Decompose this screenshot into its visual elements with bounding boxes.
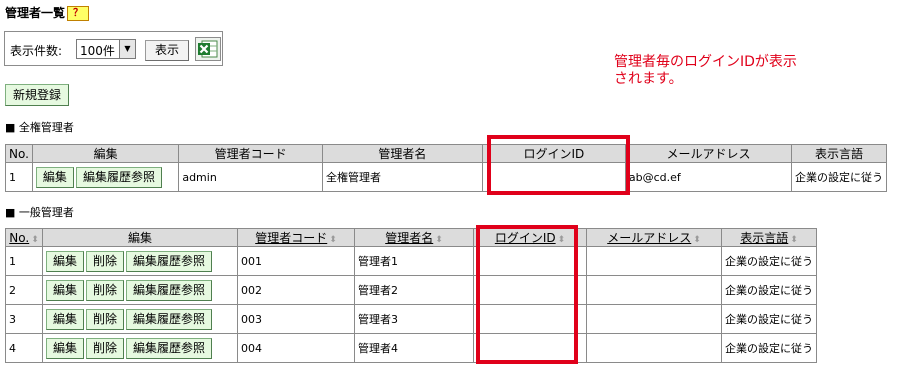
col-language-sort[interactable]: 表示言語 ⬍ (721, 228, 817, 247)
col-language-label: 表示言語 (740, 231, 789, 245)
cell-no: 2 (5, 275, 43, 305)
cell-language: 企業の設定に従う (721, 333, 817, 363)
edit-history-button[interactable]: 編集履歴参照 (126, 250, 213, 272)
col-no-label: No. (9, 230, 30, 245)
cell-email (586, 333, 722, 363)
full-admin-table: No. 編集 管理者コード 管理者名 ログインID メールアドレス 表示言語 1… (5, 144, 887, 192)
table-row: 4 編集 削除 編集履歴参照 004 管理者4 企業の設定に従う (5, 333, 817, 363)
section-full-admin-label: ■ 全権管理者 (5, 121, 74, 134)
col-name: 管理者名 (321, 144, 483, 163)
page-title-text: 管理者一覧 (5, 6, 66, 20)
annotation-highlight-box (476, 225, 578, 364)
cell-email (586, 275, 722, 305)
edit-button[interactable]: 編集 (46, 308, 85, 330)
cell-code: 001 (237, 246, 355, 276)
col-name-label: 管理者名 (385, 231, 434, 245)
col-email: メールアドレス (624, 144, 793, 163)
table-row: 3 編集 削除 編集履歴参照 003 管理者3 企業の設定に従う (5, 304, 817, 334)
cell-actions: 編集 削除 編集履歴参照 (42, 275, 238, 305)
cell-name: 管理者4 (354, 333, 474, 363)
display-count-select[interactable]: 100件 ▼ (76, 39, 136, 59)
cell-name: 管理者3 (354, 304, 474, 334)
new-registration-button[interactable]: 新規登録 (5, 84, 69, 106)
display-count-value: 100件 (80, 44, 115, 58)
cell-name: 管理者2 (354, 275, 474, 305)
cell-language: 企業の設定に従う (721, 246, 817, 276)
cell-no: 1 (5, 162, 33, 192)
cell-email: ab@cd.ef (624, 162, 793, 192)
edit-history-button[interactable]: 編集履歴参照 (126, 308, 213, 330)
cell-language: 企業の設定に従う (791, 162, 887, 192)
edit-history-button[interactable]: 編集履歴参照 (126, 337, 213, 359)
cell-actions: 編集 削除 編集履歴参照 (42, 304, 238, 334)
col-email-sort[interactable]: メールアドレス ⬍ (586, 228, 722, 247)
col-code: 管理者コード (178, 144, 323, 163)
sort-icon: ⬍ (329, 235, 337, 245)
annotation-note-line: 管理者毎のログインIDが表示 (614, 54, 797, 70)
col-edit-label: 編集 (127, 231, 152, 245)
edit-history-button[interactable]: 編集履歴参照 (75, 166, 162, 188)
cell-name: 管理者1 (354, 246, 474, 276)
general-admin-table: No. ⬍ 編集 管理者コード ⬍ 管理者名 ⬍ ログインID ⬍ メールアドレス ⬍ 表… (5, 228, 817, 363)
edit-button[interactable]: 編集 (46, 250, 85, 272)
cell-code: 002 (237, 275, 355, 305)
delete-button[interactable]: 削除 (86, 308, 125, 330)
edit-button[interactable]: 編集 (35, 166, 74, 188)
cell-no: 3 (5, 304, 43, 334)
cell-code: 003 (237, 304, 355, 334)
cell-actions: 編集 編集履歴参照 (31, 162, 180, 192)
cell-no: 4 (5, 333, 43, 363)
sort-icon: ⬍ (790, 235, 798, 245)
col-language: 表示言語 (791, 144, 887, 163)
cell-name: 全権管理者 (321, 162, 483, 192)
col-code-label: 管理者コード (255, 231, 328, 245)
delete-button[interactable]: 削除 (86, 279, 125, 301)
help-icon[interactable]: ？ (67, 6, 90, 21)
table-row: 1 編集 編集履歴参照 admin 全権管理者 ab@cd.ef 企業の設定に従う (5, 162, 887, 192)
annotation-note-line: されます。 (614, 71, 683, 87)
col-name-sort[interactable]: 管理者名 ⬍ (354, 228, 474, 247)
display-count-filter: 表示件数: 100件 ▼ 表示 (4, 31, 223, 66)
cell-actions: 編集 削除 編集履歴参照 (42, 333, 238, 363)
cell-no: 1 (5, 246, 43, 276)
table-header-row: No. ⬍ 編集 管理者コード ⬍ 管理者名 ⬍ ログインID ⬍ メールアドレス ⬍ 表… (5, 228, 817, 247)
cell-actions: 編集 削除 編集履歴参照 (42, 246, 238, 276)
excel-export-button[interactable] (195, 37, 221, 61)
delete-button[interactable]: 削除 (86, 250, 125, 272)
col-edit: 編集 (31, 144, 180, 163)
col-edit: 編集 (42, 228, 238, 247)
edit-history-button[interactable]: 編集履歴参照 (126, 279, 213, 301)
sort-icon: ⬍ (31, 234, 39, 245)
page-title: 管理者一覧？ (5, 4, 90, 21)
col-code-sort[interactable]: 管理者コード ⬍ (237, 228, 355, 247)
cell-code: 004 (237, 333, 355, 363)
section-general-admin-label: ■ 一般管理者 (5, 206, 74, 219)
display-count-label: 表示件数: (10, 44, 63, 58)
cell-code: admin (178, 162, 323, 192)
col-email-label: メールアドレス (607, 231, 692, 245)
chevron-down-icon[interactable]: ▼ (119, 40, 135, 58)
table-header-row: No. 編集 管理者コード 管理者名 ログインID メールアドレス 表示言語 (5, 144, 887, 163)
cell-email (586, 246, 722, 276)
cell-email (586, 304, 722, 334)
sort-icon: ⬍ (693, 235, 701, 245)
sort-icon: ⬍ (435, 235, 443, 245)
edit-button[interactable]: 編集 (46, 337, 85, 359)
excel-icon (198, 40, 218, 58)
cell-language: 企業の設定に従う (721, 304, 817, 334)
table-row: 2 編集 削除 編集履歴参照 002 管理者2 企業の設定に従う (5, 275, 817, 305)
edit-button[interactable]: 編集 (46, 279, 85, 301)
delete-button[interactable]: 削除 (86, 337, 125, 359)
annotation-highlight-box (487, 135, 630, 195)
show-button[interactable]: 表示 (145, 40, 189, 61)
cell-language: 企業の設定に従う (721, 275, 817, 305)
col-no: No. (5, 144, 33, 163)
col-no-sort[interactable]: No. ⬍ (5, 228, 43, 247)
annotation-note: 管理者毎のログインIDが表示 されます。 (614, 54, 797, 88)
table-row: 1 編集 削除 編集履歴参照 001 管理者1 企業の設定に従う (5, 246, 817, 276)
